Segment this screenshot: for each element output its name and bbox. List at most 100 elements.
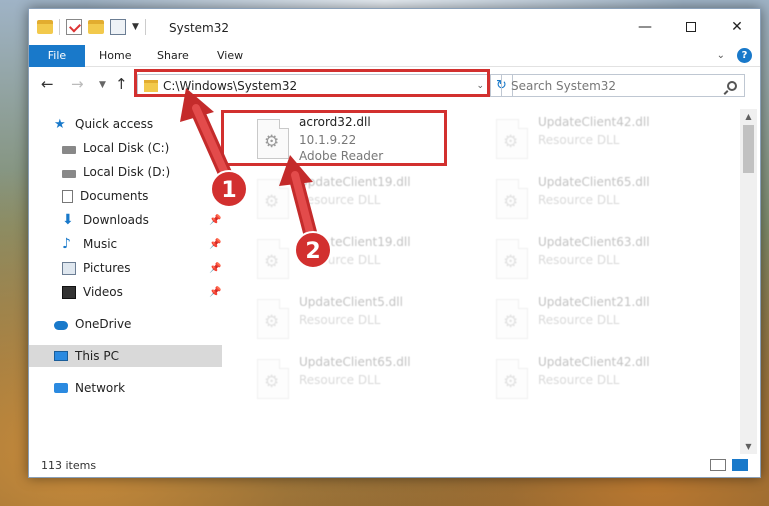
sidebar-item-label: Local Disk (D:) (83, 165, 171, 179)
sidebar-item-onedrive[interactable]: OneDrive (29, 313, 222, 335)
scrollbar-thumb[interactable] (743, 125, 754, 173)
sidebar-item-label: Local Disk (C:) (83, 141, 170, 155)
search-box[interactable]: Search System32 (501, 74, 745, 97)
sidebar-item-local-disk-c[interactable]: Local Disk (C:) (29, 137, 222, 159)
ribbon-tabs: File Home Share View ⌄ ? (29, 45, 760, 67)
file-description: Resource DLL (538, 373, 620, 387)
file-description: Resource DLL (299, 373, 381, 387)
star-icon: ★ (54, 116, 66, 132)
file-description: Resource DLL (299, 253, 381, 267)
dll-file-icon (257, 299, 289, 339)
dll-file-icon (257, 239, 289, 279)
file-description: Resource DLL (538, 253, 620, 267)
file-name: UpdateClient19.dll (299, 235, 411, 249)
up-arrow-icon[interactable]: ↑ (115, 75, 128, 93)
dll-file-icon (496, 239, 528, 279)
recent-locations-dropdown-icon[interactable]: ▼ (99, 80, 106, 90)
large-icons-view-icon[interactable] (732, 459, 748, 471)
file-description: Resource DLL (299, 313, 381, 327)
scroll-up-arrow-icon[interactable]: ▲ (740, 109, 757, 124)
dll-file-icon (496, 299, 528, 339)
file-name: UpdateClient65.dll (538, 175, 650, 189)
minimize-button[interactable]: — (622, 9, 668, 45)
onedrive-icon (54, 321, 68, 330)
rename-icon[interactable] (110, 19, 126, 35)
ribbon-right-controls: ⌄ ? (717, 48, 752, 63)
sidebar-item-downloads[interactable]: ⬇ Downloads 📌 (29, 209, 222, 231)
dll-file-icon (496, 359, 528, 399)
navigation-pane: ★ Quick access Local Disk (C:) Local Dis… (29, 109, 222, 449)
scroll-down-arrow-icon[interactable]: ▼ (740, 439, 757, 454)
pin-icon[interactable]: 📌 (209, 287, 221, 298)
vertical-scrollbar[interactable]: ▲ ▼ (740, 109, 757, 454)
sidebar-item-this-pc[interactable]: This PC (29, 345, 222, 367)
file-item[interactable]: UpdateClient19.dll Resource DLL (249, 171, 474, 229)
file-item[interactable]: UpdateClient42.dll Resource DLL (488, 111, 713, 169)
file-item[interactable]: UpdateClient42.dll Resource DLL (488, 351, 713, 409)
file-item[interactable]: UpdateClient19.dll Resource DLL (249, 231, 474, 289)
customize-toolbar-dropdown-icon[interactable]: ▼ (132, 22, 139, 32)
sidebar-item-network[interactable]: Network (29, 377, 222, 399)
pin-icon[interactable]: 📌 (209, 239, 221, 250)
file-description: Resource DLL (538, 193, 620, 207)
sidebar-item-label: Downloads (83, 213, 149, 227)
sidebar-item-label: Pictures (83, 261, 131, 275)
quick-access-toolbar: ▼ (37, 19, 146, 35)
new-folder-icon[interactable] (88, 20, 104, 34)
forward-arrow-icon[interactable]: → (71, 75, 84, 93)
help-icon[interactable]: ? (737, 48, 752, 63)
sidebar-item-local-disk-d[interactable]: Local Disk (D:) (29, 161, 222, 183)
documents-icon (62, 189, 73, 203)
file-item[interactable]: UpdateClient5.dll Resource DLL (249, 291, 474, 349)
dll-file-icon (257, 179, 289, 219)
file-name: UpdateClient42.dll (538, 355, 650, 369)
file-name: UpdateClient63.dll (538, 235, 650, 249)
back-arrow-icon[interactable]: ← (41, 75, 54, 93)
close-button[interactable]: ✕ (714, 9, 760, 45)
tab-file[interactable]: File (29, 45, 85, 67)
sidebar-item-label: Quick access (75, 117, 154, 131)
sidebar-item-videos[interactable]: Videos 📌 (29, 281, 222, 303)
file-item[interactable]: UpdateClient65.dll Resource DLL (488, 171, 713, 229)
folder-icon[interactable] (37, 20, 53, 34)
drive-icon (62, 145, 76, 154)
tab-share[interactable]: Share (157, 45, 189, 67)
tab-view[interactable]: View (217, 45, 243, 67)
music-icon: ♪ (62, 235, 71, 252)
pc-icon (54, 351, 68, 361)
pin-icon[interactable]: 📌 (209, 263, 221, 274)
search-input[interactable]: Search System32 (502, 79, 727, 93)
file-name: UpdateClient5.dll (299, 295, 403, 309)
videos-icon (62, 285, 76, 299)
expand-ribbon-chevron-icon[interactable]: ⌄ (717, 50, 725, 61)
file-name: UpdateClient21.dll (538, 295, 650, 309)
details-view-icon[interactable] (710, 459, 726, 471)
toolbar-divider (144, 19, 146, 35)
search-icon (727, 80, 737, 91)
sidebar-item-pictures[interactable]: Pictures 📌 (29, 257, 222, 279)
file-item[interactable]: UpdateClient65.dll Resource DLL (249, 351, 474, 409)
downloads-icon: ⬇ (62, 211, 74, 228)
minimize-icon: — (638, 19, 652, 35)
file-item[interactable]: UpdateClient63.dll Resource DLL (488, 231, 713, 289)
dll-file-icon (496, 119, 528, 159)
pin-icon[interactable]: 📌 (209, 215, 221, 226)
file-name: UpdateClient65.dll (299, 355, 411, 369)
close-icon: ✕ (731, 19, 743, 35)
sidebar-item-documents[interactable]: Documents (29, 185, 222, 207)
network-icon (54, 383, 68, 393)
file-description: Resource DLL (538, 133, 620, 147)
properties-check-icon[interactable] (66, 19, 82, 35)
sidebar-item-label: Videos (83, 285, 123, 299)
dll-file-icon (257, 359, 289, 399)
view-switcher (710, 459, 748, 471)
tab-home[interactable]: Home (99, 45, 131, 67)
sidebar-item-label: Documents (80, 189, 149, 203)
status-bar: 113 items (29, 455, 760, 477)
file-item[interactable]: UpdateClient21.dll Resource DLL (488, 291, 713, 349)
sidebar-item-music[interactable]: ♪ Music 📌 (29, 233, 222, 255)
window-title: System32 (169, 21, 230, 35)
sidebar-item-quick-access[interactable]: ★ Quick access (29, 113, 222, 135)
file-name: UpdateClient19.dll (299, 175, 411, 189)
maximize-button[interactable] (668, 9, 714, 45)
